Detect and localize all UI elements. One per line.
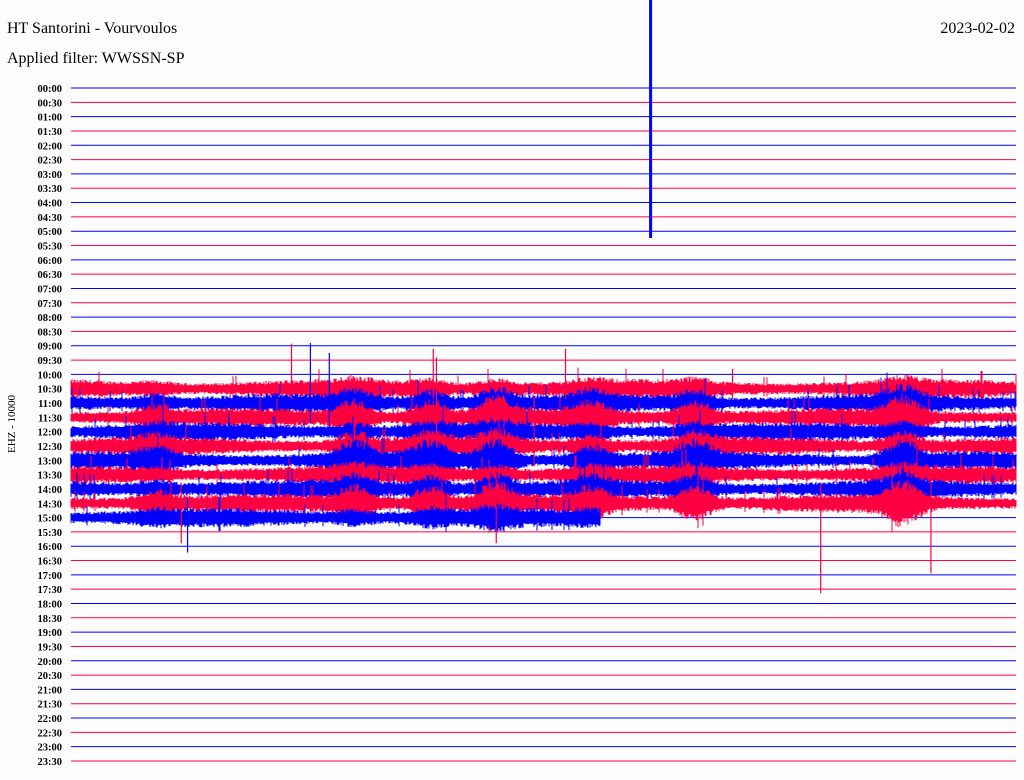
row-time-label: 16:00 <box>38 542 63 553</box>
row-time-label: 21:30 <box>38 700 63 711</box>
row-time-label: 04:30 <box>38 213 63 224</box>
row-time-label: 02:30 <box>38 156 63 167</box>
row-time-label: 19:30 <box>38 642 63 653</box>
row-time-label: 14:30 <box>38 499 63 510</box>
row-time-label: 21:00 <box>38 685 63 696</box>
row-time-label: 15:00 <box>38 514 63 525</box>
row-time-label: 05:30 <box>38 242 63 253</box>
row-time-label: 01:00 <box>38 113 63 124</box>
row-time-label: 07:00 <box>38 284 63 295</box>
row-time-label: 22:00 <box>38 714 63 725</box>
row-time-label: 02:00 <box>38 141 63 152</box>
row-time-label: 10:00 <box>38 370 63 381</box>
row-time-label: 11:30 <box>38 413 62 424</box>
row-time-label: 17:30 <box>38 585 63 596</box>
row-time-label: 03:30 <box>38 184 63 195</box>
row-time-label: 20:30 <box>38 671 63 682</box>
row-time-label: 13:00 <box>38 456 63 467</box>
row-time-label: 08:30 <box>38 327 63 338</box>
row-time-label: 10:30 <box>38 385 63 396</box>
row-time-label: 13:30 <box>38 471 63 482</box>
row-time-label: 05:00 <box>38 227 63 238</box>
row-time-label: 03:00 <box>38 170 63 181</box>
row-time-label: 23:30 <box>38 757 63 768</box>
row-time-label: 07:30 <box>38 299 63 310</box>
row-time-label: 11:00 <box>38 399 62 410</box>
row-time-label: 20:00 <box>38 657 63 668</box>
row-time-label: 15:30 <box>38 528 63 539</box>
row-time-label: 18:30 <box>38 614 63 625</box>
row-time-label: 18:00 <box>38 599 63 610</box>
row-time-label: 14:00 <box>38 485 63 496</box>
row-time-label: 12:30 <box>38 442 63 453</box>
row-time-label: 09:00 <box>38 342 63 353</box>
helicorder-plot: 00:00 00:30 01:00 01:30 02:00 02:30 03:00 03:30… <box>38 0 1017 768</box>
row-time-label: 00:00 <box>38 84 63 95</box>
row-time-label: 08:00 <box>38 313 63 324</box>
row-time-label: 09:30 <box>38 356 63 367</box>
row-time-label: 06:30 <box>38 270 63 281</box>
row-time-label: 12:00 <box>38 428 63 439</box>
row-time-label: 04:00 <box>38 199 63 210</box>
row-time-label: 06:00 <box>38 256 63 267</box>
row-time-label: 22:30 <box>38 728 63 739</box>
row-time-label: 17:00 <box>38 571 63 582</box>
row-time-label: 01:30 <box>38 127 63 138</box>
row-time-label: 23:00 <box>38 743 63 754</box>
row-time-label: 16:30 <box>38 557 63 568</box>
row-time-label: 00:30 <box>38 98 63 109</box>
row-time-label: 19:00 <box>38 628 63 639</box>
